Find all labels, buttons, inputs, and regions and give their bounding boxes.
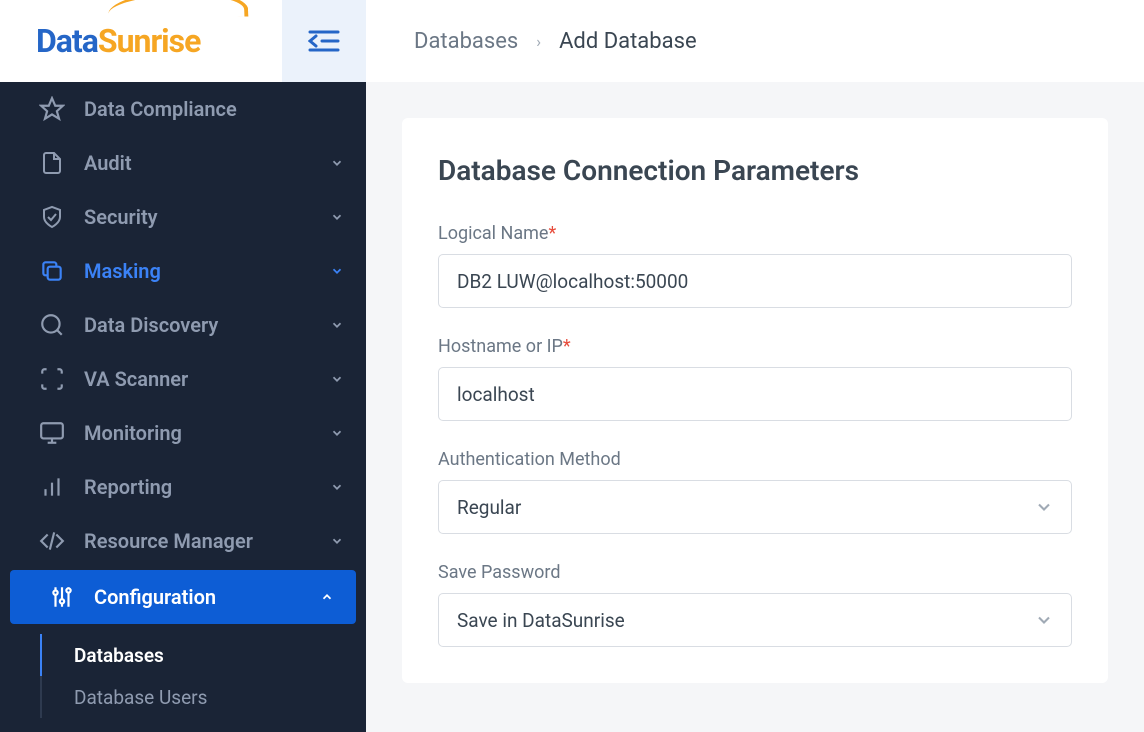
sidebar-subitem-databases[interactable]: Databases xyxy=(0,634,366,676)
sidebar-item-label: Masking xyxy=(84,259,330,283)
breadcrumb-parent[interactable]: Databases xyxy=(414,29,518,54)
sidebar-subitem-database-users[interactable]: Database Users xyxy=(0,676,366,718)
sidebar-item-audit[interactable]: Audit xyxy=(0,136,366,190)
copy-icon xyxy=(36,255,68,287)
sidebar-item-label: Data Discovery xyxy=(84,313,330,337)
chevron-down-icon xyxy=(330,480,344,494)
sidebar-item-configuration[interactable]: Configuration xyxy=(10,570,356,624)
logo-part2: Sunrise xyxy=(98,22,200,60)
sidebar-item-label: Security xyxy=(84,205,330,229)
code-icon xyxy=(36,525,68,557)
logo-part1: Data xyxy=(36,22,98,60)
star-icon xyxy=(36,93,68,125)
sliders-icon xyxy=(46,581,78,613)
sidebar-item-label: VA Scanner xyxy=(84,367,330,391)
sidebar-item-data-discovery[interactable]: Data Discovery xyxy=(0,298,366,352)
sidebar-subitem-label: Databases xyxy=(74,644,164,667)
chevron-down-icon xyxy=(330,210,344,224)
save-password-select[interactable]: Save in DataSunrise xyxy=(438,593,1072,647)
main-content: Database Connection Parameters Logical N… xyxy=(366,82,1144,732)
panel-title: Database Connection Parameters xyxy=(438,154,1072,187)
logo[interactable]: DataSunrise xyxy=(0,0,282,82)
connection-panel: Database Connection Parameters Logical N… xyxy=(402,118,1108,683)
logical-name-input[interactable] xyxy=(438,254,1072,308)
sidebar-item-label: Reporting xyxy=(84,475,330,499)
breadcrumb-current: Add Database xyxy=(559,29,697,54)
breadcrumb: Databases › Add Database xyxy=(366,0,1144,82)
monitor-icon xyxy=(36,417,68,449)
scan-icon xyxy=(36,363,68,395)
chevron-down-icon xyxy=(330,426,344,440)
file-icon xyxy=(36,147,68,179)
hostname-input[interactable] xyxy=(438,367,1072,421)
toggle-sidebar-button[interactable] xyxy=(282,0,366,82)
auth-method-label: Authentication Method xyxy=(438,449,1072,470)
sidebar-item-security[interactable]: Security xyxy=(0,190,366,244)
save-password-label: Save Password xyxy=(438,562,1072,583)
chevron-down-icon xyxy=(330,372,344,386)
bar-chart-icon xyxy=(36,471,68,503)
auth-method-select[interactable]: Regular xyxy=(438,480,1072,534)
sidebar-item-label: Audit xyxy=(84,151,330,175)
search-icon xyxy=(36,309,68,341)
chevron-down-icon xyxy=(330,156,344,170)
sidebar-item-label: Configuration xyxy=(94,585,320,609)
sidebar-item-monitoring[interactable]: Monitoring xyxy=(0,406,366,460)
chevron-up-icon xyxy=(320,590,334,604)
chevron-down-icon xyxy=(330,534,344,548)
sidebar-item-label: Data Compliance xyxy=(84,97,344,121)
sidebar-item-reporting[interactable]: Reporting xyxy=(0,460,366,514)
logical-name-label: Logical Name* xyxy=(438,223,1072,244)
sidebar: Data Compliance Audit Security Masking xyxy=(0,82,366,732)
shield-icon xyxy=(36,201,68,233)
sidebar-item-resource-manager[interactable]: Resource Manager xyxy=(0,514,366,568)
sidebar-item-masking[interactable]: Masking xyxy=(0,244,366,298)
chevron-right-icon: › xyxy=(536,32,541,51)
sidebar-item-label: Resource Manager xyxy=(84,529,330,553)
sidebar-item-data-compliance[interactable]: Data Compliance xyxy=(0,82,366,136)
chevron-down-icon xyxy=(330,264,344,278)
sidebar-item-va-scanner[interactable]: VA Scanner xyxy=(0,352,366,406)
chevron-down-icon xyxy=(330,318,344,332)
hostname-label: Hostname or IP* xyxy=(438,336,1072,357)
sidebar-item-label: Monitoring xyxy=(84,421,330,445)
menu-collapse-icon xyxy=(308,29,340,53)
sidebar-subitem-label: Database Users xyxy=(74,686,207,709)
